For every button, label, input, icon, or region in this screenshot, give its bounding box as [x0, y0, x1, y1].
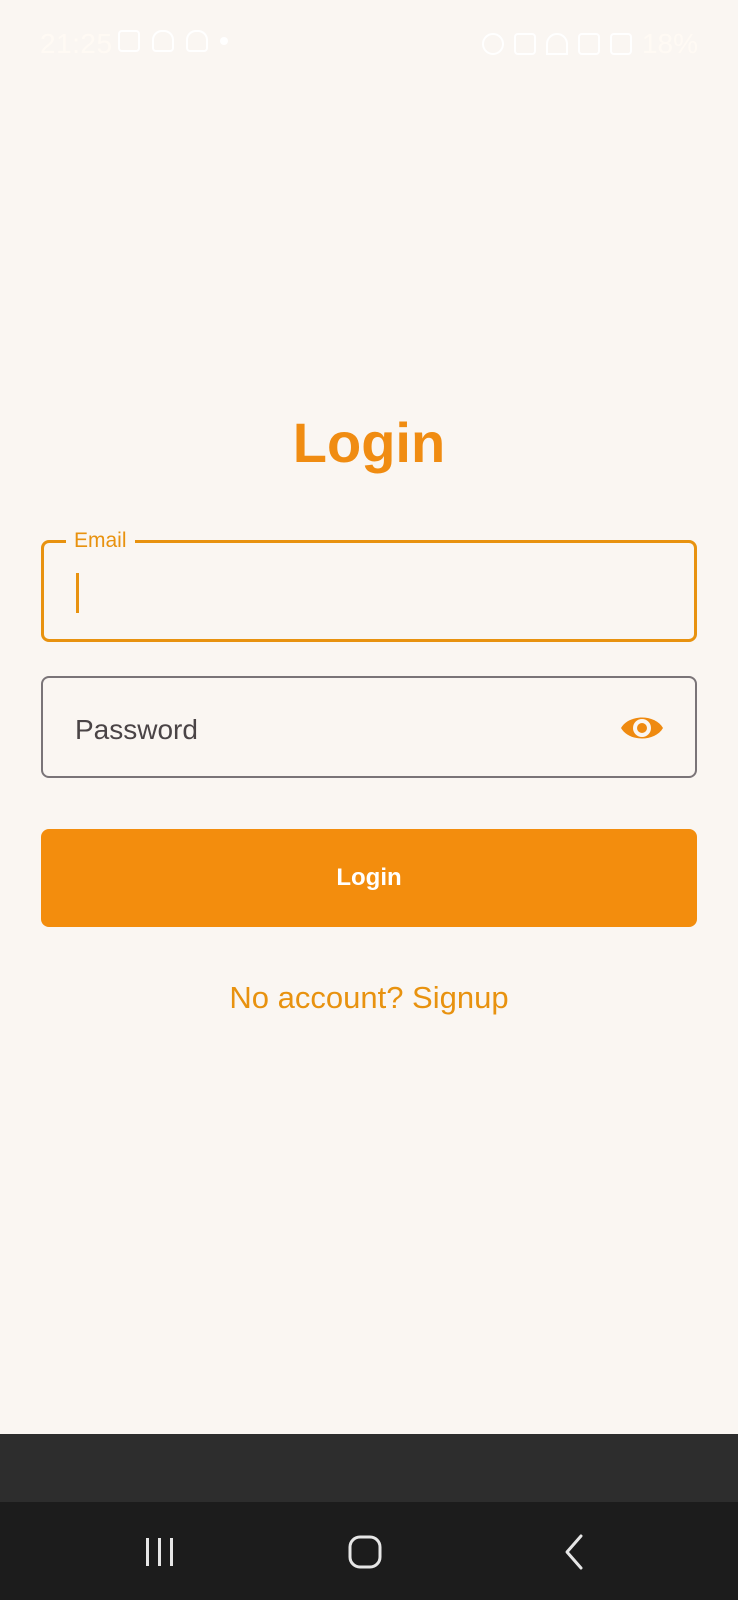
password-field[interactable]: Password	[41, 676, 697, 778]
status-time: 21:25	[40, 28, 113, 59]
password-placeholder: Password	[75, 714, 198, 745]
page-title: Login	[292, 411, 446, 474]
home-icon[interactable]	[343, 1530, 387, 1574]
text-caret	[76, 573, 79, 613]
battery-level: 18%	[641, 28, 698, 59]
email-label: Email	[66, 529, 135, 553]
snapchat-icon	[152, 30, 174, 52]
bottom-panel	[0, 1434, 738, 1502]
back-icon[interactable]	[553, 1530, 597, 1574]
notification-icons	[118, 30, 228, 52]
alarm-icon	[481, 33, 504, 55]
login-button[interactable]: Login	[41, 829, 697, 927]
navigation-bar	[0, 1502, 738, 1600]
mute-icon	[513, 33, 536, 55]
more-dot-icon	[220, 37, 228, 45]
signal-icon	[609, 33, 632, 55]
email-field[interactable]: Email	[41, 529, 697, 642]
eye-icon[interactable]	[619, 708, 665, 748]
recent-apps-icon[interactable]	[138, 1530, 182, 1574]
status-bar: 21:25 18%	[0, 0, 738, 90]
signup-link[interactable]: No account? Signup	[0, 980, 738, 1016]
system-status-icons: 18%	[481, 28, 698, 60]
signal-icon	[577, 33, 600, 55]
wifi-icon	[545, 33, 568, 55]
gallery-icon	[118, 30, 140, 52]
snapchat-icon	[186, 30, 208, 52]
